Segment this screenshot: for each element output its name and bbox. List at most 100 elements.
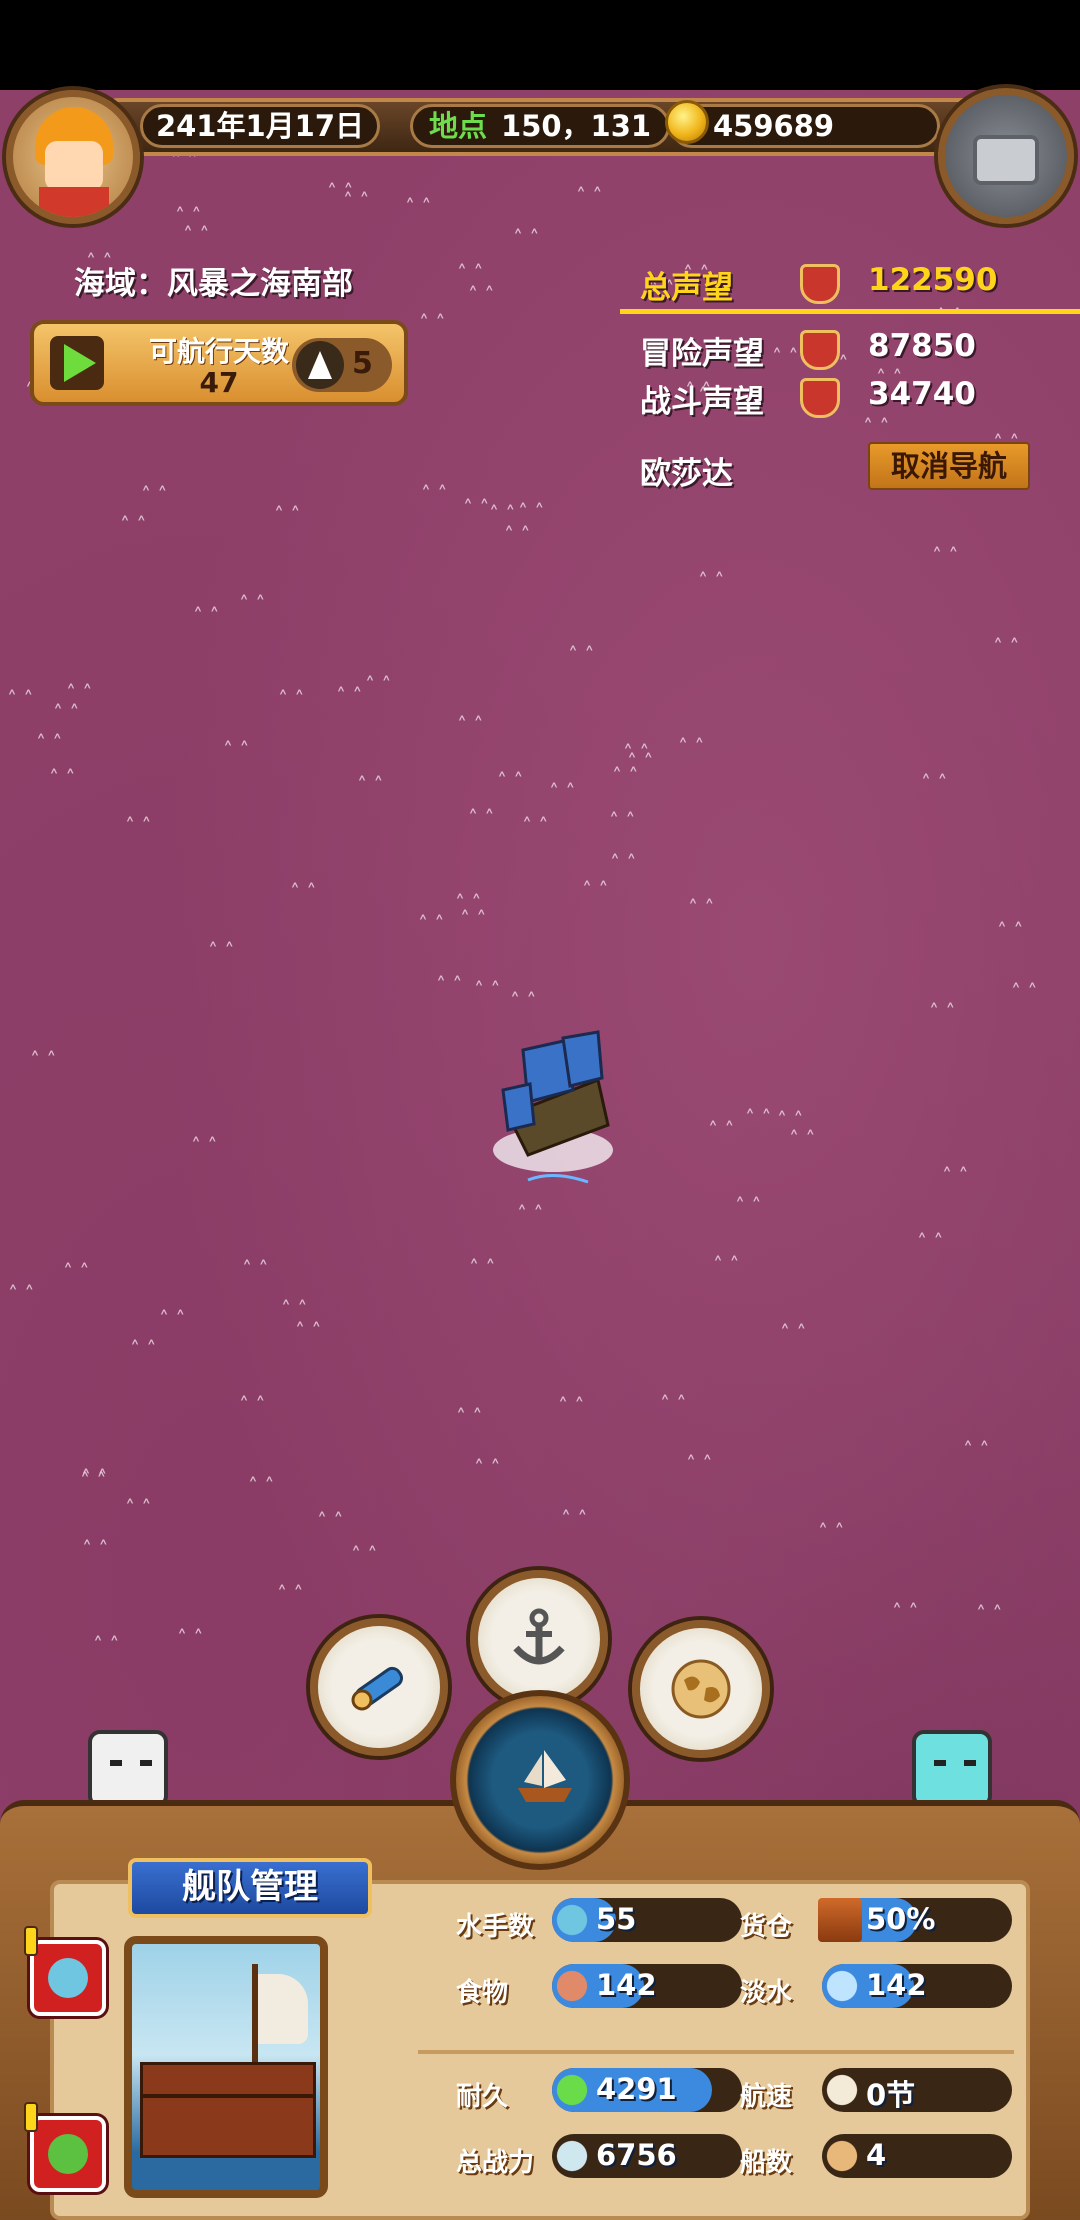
wave-mark: ˄ ˄ — [997, 919, 1024, 943]
anchor-button[interactable] — [470, 1570, 608, 1708]
wave-mark: ˄ ˄ — [130, 1337, 157, 1361]
wave-mark: ˄ ˄ — [7, 687, 34, 711]
durability-bar: 4291 — [546, 2064, 742, 2116]
food-label: 食物 — [456, 1978, 509, 2008]
telescope-button[interactable] — [310, 1618, 448, 1756]
wave-mark: ˄ ˄ — [504, 523, 531, 547]
wave-mark: ˄ ˄ — [141, 483, 168, 507]
location-value: 150，131 — [501, 109, 652, 143]
destination-name: 欧莎达 — [640, 456, 733, 492]
wave-mark: ˄ ˄ — [921, 771, 948, 795]
adventure-reputation-icon — [800, 330, 840, 370]
wave-mark: ˄ ˄ — [561, 1507, 588, 1531]
wave-mark: ˄ ˄ — [295, 1319, 322, 1343]
wave-mark: ˄ ˄ — [82, 1537, 109, 1561]
wave-mark: ˄ ˄ — [405, 195, 432, 219]
wave-mark: ˄ ˄ — [517, 1202, 544, 1226]
stats-divider — [418, 2050, 1014, 2054]
wave-mark: ˄ ˄ — [281, 1297, 308, 1321]
total-reputation-icon — [800, 264, 840, 304]
wave-mark: ˄ ˄ — [239, 1393, 266, 1417]
wave-mark: ˄ ˄ — [780, 1321, 807, 1345]
play-icon[interactable] — [50, 336, 104, 390]
wave-mark: ˄ ˄ — [239, 592, 266, 616]
power-value: 6756 — [596, 2138, 677, 2172]
speed-badge[interactable]: 5 — [292, 338, 392, 392]
meat-icon — [546, 1960, 598, 2012]
wave-mark: ˄ ˄ — [365, 673, 392, 697]
wave-mark: ˄ ˄ — [469, 1256, 496, 1280]
wave-mark: ˄ ˄ — [678, 735, 705, 759]
wave-mark: ˄ ˄ — [582, 878, 609, 902]
crew-button[interactable] — [24, 1926, 106, 2016]
gold-coin-icon — [665, 100, 709, 144]
ships-label: 船数 — [740, 2148, 793, 2178]
wave-mark: ˄ ˄ — [963, 1438, 990, 1462]
wave-mark: ˄ ˄ — [418, 912, 445, 936]
wave-mark: ˄ ˄ — [688, 896, 715, 920]
wave-mark: ˄ ˄ — [932, 544, 959, 568]
wave-mark: ˄ ˄ — [436, 973, 463, 997]
wave-mark: ˄ ˄ — [917, 1230, 944, 1254]
cargo-value: 50% — [866, 1902, 936, 1936]
sea-region-name: 海域：风暴之海南部 — [74, 266, 353, 302]
ship-wheel-button[interactable] — [450, 1690, 630, 1870]
wave-mark: ˄ ˄ — [49, 766, 76, 790]
sail-icon — [816, 2064, 868, 2116]
wave-mark: ˄ ˄ — [623, 741, 650, 765]
battle-reputation-icon — [800, 378, 840, 418]
wave-mark: ˄ ˄ — [66, 681, 93, 705]
wave-mark: ˄ ˄ — [277, 1582, 304, 1606]
treasure-chest-icon[interactable] — [938, 88, 1074, 224]
hull-icon — [546, 2064, 598, 2116]
wave-mark: ˄ ˄ — [708, 1118, 735, 1142]
wave-mark: ˄ ˄ — [863, 415, 890, 439]
right-mascot — [912, 1730, 992, 1808]
cargo-bar: 50% — [818, 1898, 1012, 1942]
cargo-label: 货仓 — [740, 1912, 793, 1942]
wave-mark: ˄ ˄ — [818, 1520, 845, 1544]
wave-mark: ˄ ˄ — [1011, 980, 1038, 1004]
wave-mark: ˄ ˄ — [193, 604, 220, 628]
wave-mark: ˄ ˄ — [510, 989, 537, 1013]
cancel-navigation-button[interactable]: 取消导航 — [868, 442, 1030, 490]
water-value: 142 — [866, 1968, 927, 2002]
wave-mark: ˄ ˄ — [463, 496, 490, 520]
wave-mark: ˄ ˄ — [419, 311, 446, 335]
speed-arrow-icon — [296, 341, 344, 389]
wave-mark: ˄ ˄ — [489, 502, 516, 526]
telescope-icon — [351, 1666, 403, 1711]
wave-mark: ˄ ˄ — [125, 814, 152, 838]
wave-mark: ˄ ˄ — [549, 780, 576, 804]
player-ship-icon[interactable] — [468, 1020, 638, 1190]
wave-mark: ˄ ˄ — [159, 1307, 186, 1331]
captain-avatar[interactable] — [6, 90, 140, 224]
power-label: 总战力 — [456, 2148, 535, 2178]
ship-interior-image[interactable] — [124, 1936, 328, 2198]
wave-mark: ˄ ˄ — [248, 1474, 275, 1498]
wave-mark: ˄ ˄ — [929, 1000, 956, 1024]
wave-mark: ˄ ˄ — [610, 851, 637, 875]
repair-button[interactable] — [24, 2102, 106, 2192]
wave-mark: ˄ ˄ — [357, 773, 384, 797]
wave-mark: ˄ ˄ — [177, 1626, 204, 1650]
sailing-days-panel: 可航行天数 47 5 — [30, 320, 408, 406]
crew-icon — [48, 1958, 88, 1998]
wave-mark: ˄ ˄ — [93, 1633, 120, 1657]
wave-mark: ˄ ˄ — [456, 1405, 483, 1429]
wave-mark: ˄ ˄ — [558, 1394, 585, 1418]
location-label: 地点 — [429, 109, 488, 143]
food-bar: 142 — [546, 1960, 742, 2012]
wave-mark: ˄ ˄ — [474, 1456, 501, 1480]
ships-bar: 4 — [816, 2130, 1012, 2182]
total-reputation-value: 122590 — [868, 262, 998, 298]
wave-mark: ˄ ˄ — [274, 503, 301, 527]
world-map-button[interactable] — [632, 1620, 770, 1758]
anchor-icon — [513, 1608, 565, 1665]
ship-speed-value: 0节 — [866, 2078, 916, 2112]
wave-mark: ˄ ˄ — [317, 1509, 344, 1533]
ship-speed-label: 航速 — [740, 2082, 793, 2112]
wave-mark: ˄ ˄ — [745, 1106, 772, 1130]
wave-mark: ˄ ˄ — [474, 978, 501, 1002]
wave-mark: ˄ ˄ — [175, 204, 202, 228]
